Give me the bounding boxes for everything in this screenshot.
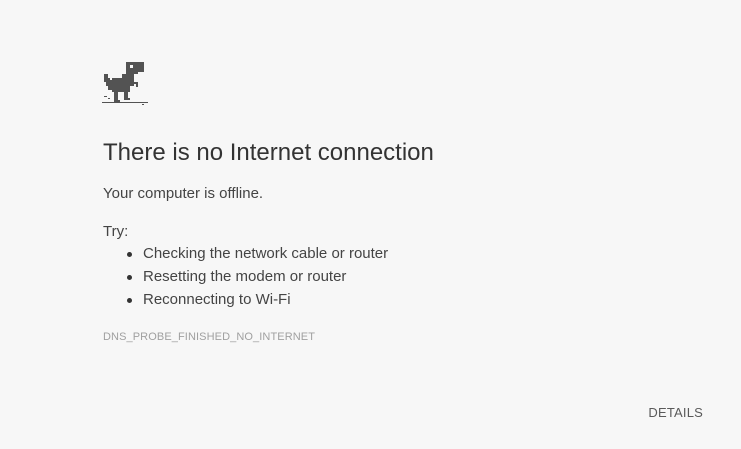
offline-error-page: There is no Internet connection Your com… (0, 0, 741, 449)
error-code: DNS_PROBE_FINISHED_NO_INTERNET (103, 331, 316, 343)
suggestion-item: Checking the network cable or router (126, 244, 388, 267)
suggestion-list: Checking the network cable or router Res… (103, 244, 388, 313)
try-label: Try: (103, 223, 129, 240)
offline-dino-icon (102, 62, 148, 105)
offline-message: Your computer is offline. (103, 185, 264, 202)
suggestion-item: Reconnecting to Wi-Fi (126, 290, 388, 313)
page-title: There is no Internet connection (103, 139, 434, 166)
details-button[interactable]: DETAILS (648, 404, 703, 422)
suggestion-item: Resetting the modem or router (126, 267, 388, 290)
